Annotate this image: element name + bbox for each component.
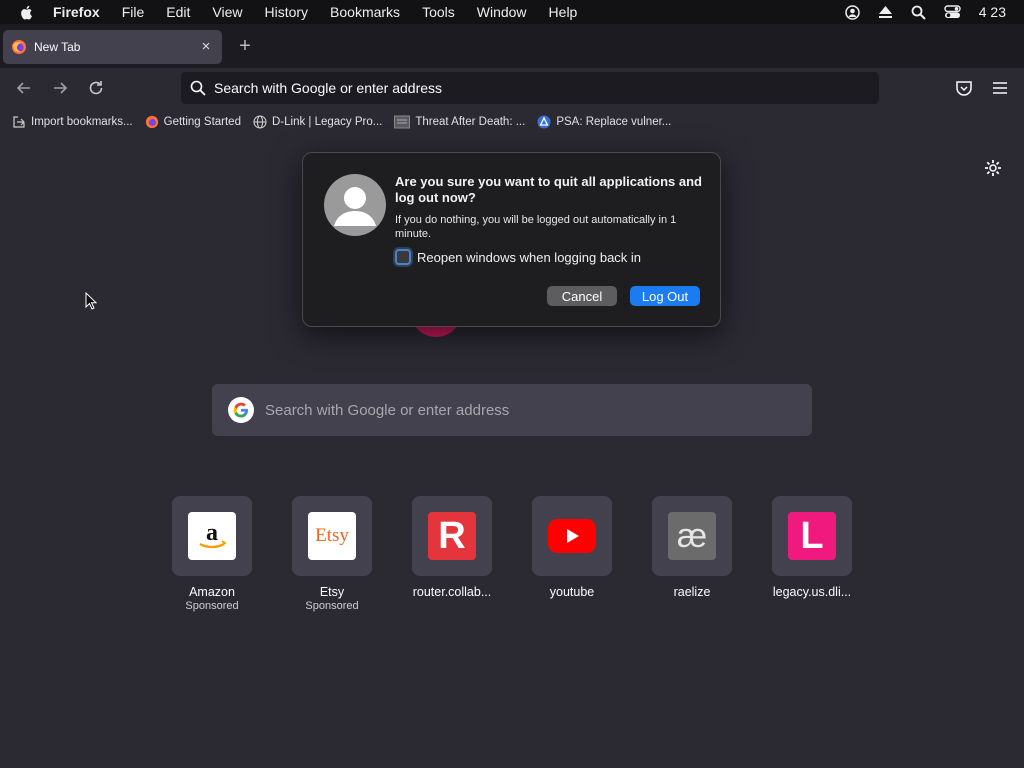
tile-box[interactable]: Etsy bbox=[292, 496, 372, 576]
router-icon: R bbox=[428, 512, 476, 560]
menu-view[interactable]: View bbox=[212, 4, 242, 20]
log-out-button[interactable]: Log Out bbox=[630, 286, 700, 306]
menu-help[interactable]: Help bbox=[549, 4, 578, 20]
svg-text:a: a bbox=[206, 520, 218, 546]
import-icon bbox=[13, 116, 25, 128]
menu-tools[interactable]: Tools bbox=[422, 4, 455, 20]
cancel-button[interactable]: Cancel bbox=[547, 286, 617, 306]
bookmark-psa[interactable]: PSA: Replace vulner... bbox=[537, 115, 671, 129]
bookmark-label: Import bookmarks... bbox=[31, 116, 133, 128]
menu-file[interactable]: File bbox=[122, 4, 145, 20]
forward-arrow-icon[interactable] bbox=[50, 78, 70, 98]
google-icon bbox=[228, 397, 254, 423]
menu-app-name[interactable]: Firefox bbox=[53, 4, 100, 20]
pocket-icon[interactable] bbox=[954, 78, 974, 98]
reload-icon[interactable] bbox=[86, 78, 106, 98]
tile-box[interactable]: R bbox=[412, 496, 492, 576]
spotlight-search-icon[interactable] bbox=[911, 5, 926, 20]
tab-strip: New Tab × + bbox=[0, 24, 1024, 68]
legacy-icon: L bbox=[788, 512, 836, 560]
logout-dialog: Are you sure you want to quit all applic… bbox=[302, 152, 721, 327]
mouse-cursor-icon bbox=[85, 292, 97, 310]
etsy-icon: Etsy bbox=[308, 512, 356, 560]
tile-box[interactable]: æ bbox=[652, 496, 732, 576]
bookmark-dlink[interactable]: D-Link | Legacy Pro... bbox=[253, 115, 382, 129]
tile-sponsored-label: Sponsored bbox=[185, 600, 239, 612]
search-icon bbox=[190, 80, 206, 96]
top-site-amazon[interactable]: a Amazon Sponsored bbox=[172, 496, 252, 612]
tab-new-tab[interactable]: New Tab × bbox=[3, 30, 222, 64]
new-tab-search-placeholder: Search with Google or enter address bbox=[265, 401, 510, 419]
tab-title: New Tab bbox=[34, 40, 81, 54]
checkbox-label: Reopen windows when logging back in bbox=[417, 249, 642, 265]
top-sites: a Amazon Sponsored Etsy Etsy Sponsored R… bbox=[172, 496, 852, 612]
amazon-icon: a bbox=[188, 512, 236, 560]
top-site-legacy[interactable]: L legacy.us.dli... bbox=[772, 496, 852, 612]
youtube-icon bbox=[548, 512, 596, 560]
bookmark-import[interactable]: Import bookmarks... bbox=[12, 115, 133, 129]
bookmark-getting-started[interactable]: Getting Started bbox=[145, 115, 241, 129]
user-avatar-icon bbox=[324, 174, 386, 236]
menu-clock[interactable]: 4 23 bbox=[979, 4, 1006, 20]
tile-label: youtube bbox=[549, 585, 595, 599]
tile-label: Etsy bbox=[319, 585, 345, 599]
checkbox-box[interactable] bbox=[395, 249, 411, 265]
bookmark-label: PSA: Replace vulner... bbox=[556, 116, 672, 128]
menu-window[interactable]: Window bbox=[477, 4, 527, 20]
reopen-windows-checkbox[interactable]: Reopen windows when logging back in bbox=[395, 249, 641, 265]
url-bar[interactable]: Search with Google or enter address bbox=[181, 72, 879, 104]
tile-box[interactable]: L bbox=[772, 496, 852, 576]
bookmarks-bar: Import bookmarks... Getting Started D-Li… bbox=[0, 108, 1024, 136]
bookmark-threat[interactable]: Threat After Death: ... bbox=[394, 115, 525, 129]
hamburger-menu-icon[interactable] bbox=[990, 78, 1010, 98]
raelize-icon: æ bbox=[668, 512, 716, 560]
menu-edit[interactable]: Edit bbox=[166, 4, 190, 20]
new-tab-search-box[interactable]: Search with Google or enter address bbox=[212, 384, 812, 436]
gear-icon[interactable] bbox=[984, 159, 1002, 177]
firefox-icon bbox=[12, 40, 26, 54]
tile-label: legacy.us.dli... bbox=[772, 585, 852, 599]
top-site-raelize[interactable]: æ raelize bbox=[652, 496, 732, 612]
top-site-router[interactable]: R router.collab... bbox=[412, 496, 492, 612]
triangle-icon bbox=[537, 115, 551, 129]
url-bar-placeholder: Search with Google or enter address bbox=[214, 80, 443, 96]
tile-label: raelize bbox=[673, 585, 711, 599]
menu-history[interactable]: History bbox=[264, 4, 308, 20]
page-icon bbox=[394, 115, 411, 129]
tile-label: router.collab... bbox=[412, 585, 492, 599]
dialog-question: Are you sure you want to quit all applic… bbox=[395, 174, 702, 205]
new-tab-button[interactable]: + bbox=[234, 36, 256, 58]
dialog-info: If you do nothing, you will be logged ou… bbox=[395, 214, 677, 240]
nav-bar: Search with Google or enter address bbox=[0, 68, 1024, 108]
bookmark-label: Threat After Death: ... bbox=[415, 116, 526, 128]
bookmark-label: Getting Started bbox=[163, 116, 241, 128]
eject-icon[interactable] bbox=[878, 5, 893, 19]
menu-bar: Firefox File Edit View History Bookmarks… bbox=[0, 0, 1024, 24]
control-center-icon[interactable] bbox=[944, 5, 961, 19]
top-site-youtube[interactable]: youtube bbox=[532, 496, 612, 612]
tile-box[interactable] bbox=[532, 496, 612, 576]
globe-icon bbox=[253, 115, 267, 129]
bookmark-label: D-Link | Legacy Pro... bbox=[271, 116, 383, 128]
tile-sponsored-label: Sponsored bbox=[305, 600, 359, 612]
back-arrow-icon[interactable] bbox=[14, 78, 34, 98]
tile-label: Amazon bbox=[189, 585, 235, 599]
top-site-etsy[interactable]: Etsy Etsy Sponsored bbox=[292, 496, 372, 612]
apple-icon[interactable] bbox=[19, 4, 35, 21]
user-account-icon[interactable] bbox=[845, 4, 860, 20]
menu-bookmarks[interactable]: Bookmarks bbox=[330, 4, 400, 20]
tab-close-icon[interactable]: × bbox=[197, 38, 215, 56]
firefox-icon bbox=[145, 115, 158, 129]
tile-box[interactable]: a bbox=[172, 496, 252, 576]
